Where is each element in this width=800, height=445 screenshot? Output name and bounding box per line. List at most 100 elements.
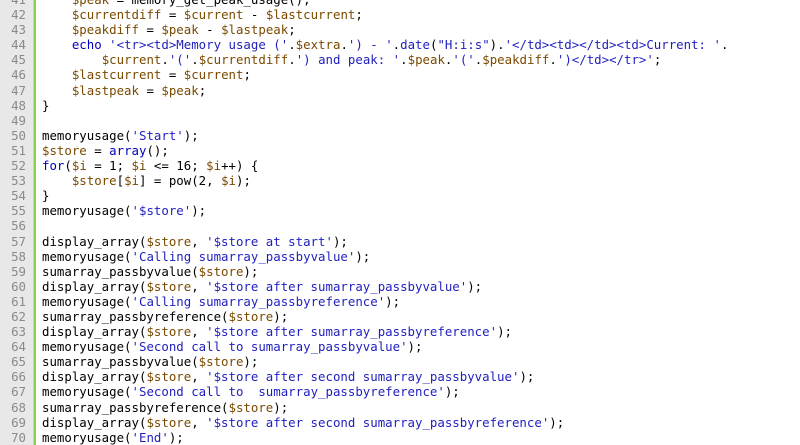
code-text: for($i = 1; $i <= 16; $i++) {	[42, 158, 258, 173]
code-line[interactable]: 41 $peak = memory_get_peak_usage();	[0, 0, 800, 7]
code-line[interactable]: 60 display_array($store, '$store after su…	[0, 279, 800, 294]
code-token: '</td><td></td><td>Current: '	[504, 37, 721, 53]
code-token: ;	[653, 52, 662, 68]
code-token: display_array(	[42, 369, 147, 385]
code-editor[interactable]: 41 $peak = memory_get_peak_usage();42 $c…	[0, 0, 800, 445]
code-token: '$store'	[131, 203, 192, 219]
line-number: 69	[11, 414, 26, 430]
code-token: ,	[191, 324, 207, 340]
code-line[interactable]: 47 $lastpeak = $peak;	[0, 83, 800, 98]
code-line[interactable]: 63 display_array($store, '$store after su…	[0, 324, 800, 339]
code-token: $currentdiff	[71, 7, 162, 23]
code-line[interactable]: 67 memoryusage('Second call to sumarray_p…	[0, 384, 800, 399]
code-token: memoryusage(	[42, 429, 132, 445]
code-token: $peakdiff	[482, 52, 550, 68]
code-token: .	[400, 52, 408, 68]
code-line[interactable]: 68 sumarray_passbyreference($store);	[0, 400, 800, 415]
code-token: memoryusage(	[42, 339, 132, 355]
code-token: $store	[146, 278, 192, 294]
line-number: 68	[11, 399, 26, 415]
code-text: $currentdiff = $current - $lastcurrent;	[42, 7, 363, 22]
code-token: );	[332, 233, 348, 249]
code-token: display_array(	[42, 324, 147, 340]
code-line[interactable]: 45 $current.'('.$currentdiff.') and peak…	[0, 52, 800, 67]
code-token: display_array(	[42, 233, 147, 249]
line-number: 51	[11, 142, 26, 158]
code-text: $store = array();	[42, 143, 169, 158]
code-line[interactable]: 53 $store[$i] = pow(2, $i);	[0, 173, 800, 188]
code-token: $store	[146, 324, 192, 340]
code-line[interactable]: 65 sumarray_passbyvalue($store);	[0, 354, 800, 369]
code-line[interactable]: 48}	[0, 98, 800, 113]
code-text: sumarray_passbyreference($store);	[42, 400, 288, 415]
code-token: $i	[221, 173, 236, 189]
code-line[interactable]: 62 sumarray_passbyreference($store);	[0, 309, 800, 324]
code-line[interactable]: 43 $peakdiff = $peak - $lastpeak;	[0, 22, 800, 37]
code-token: );	[385, 293, 401, 309]
code-token: $lastpeak	[71, 82, 139, 98]
code-token: $i	[124, 173, 139, 189]
line-number: 59	[11, 263, 26, 279]
code-token: ;	[355, 7, 363, 23]
code-token: $i	[131, 158, 147, 174]
code-line[interactable]: 42 $currentdiff = $current - $lastcurren…	[0, 7, 800, 22]
code-line[interactable]: 54}	[0, 188, 800, 203]
code-token: 'Calling sumarray_passbyvalue'	[131, 248, 356, 264]
code-line[interactable]: 61 memoryusage('Calling sumarray_passbyre…	[0, 294, 800, 309]
code-token: $peak	[72, 0, 109, 7]
code-line[interactable]: 57 display_array($store, '$store at start…	[0, 234, 800, 249]
code-token: );	[355, 248, 371, 264]
line-number: 43	[11, 22, 26, 38]
code-token: .	[288, 52, 296, 68]
code-line[interactable]: 66 display_array($store, '$store after se…	[0, 369, 800, 384]
code-line[interactable]: 44 echo '<tr><td>Memory usage ('.$extra.…	[0, 37, 800, 52]
code-line[interactable]: 64 memoryusage('Second call to sumarray_p…	[0, 339, 800, 354]
code-line[interactable]: 49	[0, 113, 800, 128]
code-token: $peakdiff	[71, 22, 139, 38]
code-token: =	[161, 7, 184, 23]
line-number: 63	[11, 324, 26, 340]
code-token: $store	[42, 142, 87, 158]
code-line[interactable]: 59 sumarray_passbyvalue($store);	[0, 264, 800, 279]
code-token: $store	[198, 354, 244, 370]
code-token: [	[116, 173, 125, 189]
code-line[interactable]: 51 $store = array();	[0, 143, 800, 158]
line-number: 56	[11, 218, 26, 234]
code-line[interactable]: 55 memoryusage('$store');	[0, 203, 800, 218]
code-text: memoryusage('$store');	[42, 203, 206, 218]
code-line[interactable]: 56	[0, 218, 800, 233]
code-lines: 41 $peak = memory_get_peak_usage();42 $c…	[0, 0, 800, 445]
code-line[interactable]: 52 for($i = 1; $i <= 16; $i++) {	[0, 158, 800, 173]
code-token: $peak	[161, 22, 199, 38]
line-number: 52	[11, 158, 26, 174]
line-number: 42	[11, 7, 26, 23]
code-text: echo '<tr><td>Memory usage ('.$extra.') …	[42, 37, 729, 53]
code-token: .	[191, 52, 199, 68]
line-number: 54	[11, 188, 26, 204]
code-token: '$store after sumarray_passbyreference'	[206, 324, 498, 340]
code-line[interactable]: 50 memoryusage('Start');	[0, 128, 800, 143]
code-token: );	[191, 203, 207, 219]
code-token: ;	[288, 22, 296, 38]
code-token: =	[161, 67, 184, 83]
line-number: 47	[11, 82, 26, 98]
code-line[interactable]: 70 memoryusage('End');	[0, 430, 800, 445]
code-token: "H:i:s"	[437, 37, 490, 53]
code-token: ,	[191, 369, 207, 385]
code-token: memoryusage(	[42, 384, 132, 400]
code-line[interactable]: 69 display_array($store, '$store after se…	[0, 415, 800, 430]
code-line[interactable]: 46 $lastcurrent = $current;	[0, 67, 800, 82]
code-token: $current	[183, 7, 244, 23]
code-token: }	[42, 188, 50, 204]
line-number: 55	[11, 203, 26, 219]
code-text: display_array($store, '$store after suma…	[42, 324, 512, 339]
code-token: ,	[191, 414, 207, 430]
code-line[interactable]: 58 memoryusage('Calling sumarray_passbyva…	[0, 249, 800, 264]
code-token: .	[288, 37, 296, 53]
code-token: sumarray_passbyvalue(	[42, 354, 199, 370]
